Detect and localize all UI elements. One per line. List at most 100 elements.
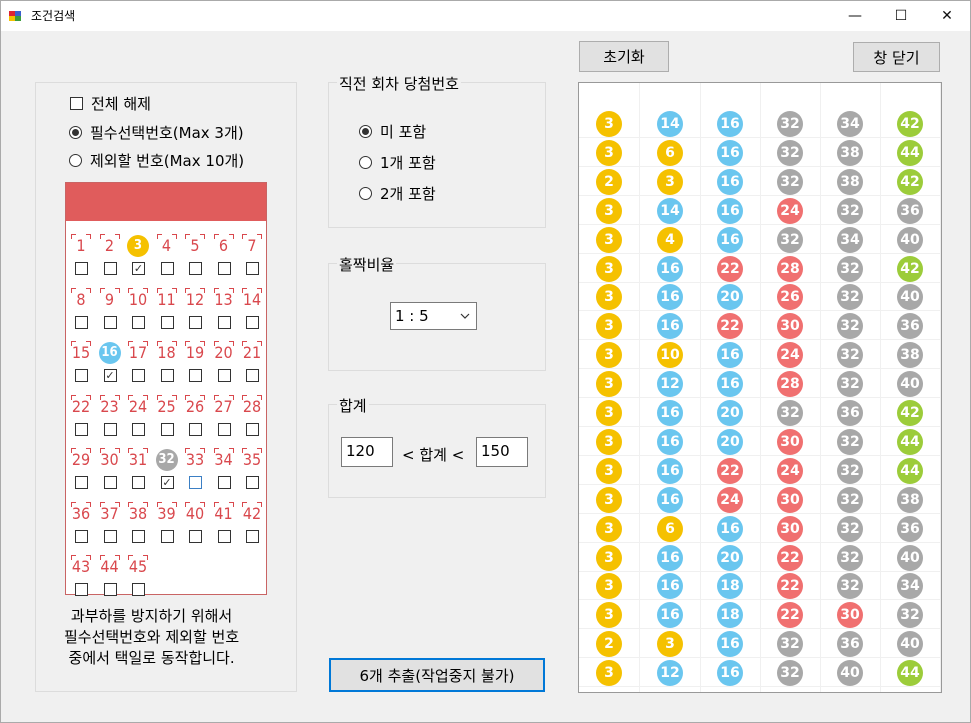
card-number-22[interactable]: 22 [67,392,95,444]
card-number-8[interactable]: 8 [67,285,95,337]
card-number-checkbox[interactable] [217,476,231,489]
card-number-checkbox[interactable] [103,369,117,382]
sum-min-input[interactable]: 120 [341,437,393,467]
result-row[interactable]: 2 3 16 32 38 42 [579,168,941,196]
card-number-checkbox[interactable] [75,369,88,382]
card-number-17[interactable]: 17 [124,338,152,390]
card-number-13[interactable]: 13 [210,285,238,337]
card-number-37[interactable]: 37 [96,499,124,551]
card-number-checkbox[interactable] [160,476,174,489]
card-number-10[interactable]: 10 [124,285,152,337]
card-number-checkbox[interactable] [75,262,88,275]
card-number-checkbox[interactable] [189,529,202,543]
checkbox-box[interactable] [70,97,83,110]
result-row[interactable]: 3 10 16 24 32 38 [579,341,941,370]
required-radio[interactable]: 필수선택번호(Max 3개) [69,122,244,143]
card-number-23[interactable]: 23 [96,392,124,444]
result-row[interactable]: 3 14 16 24 32 36 [579,197,941,225]
card-number-checkbox[interactable] [189,422,202,436]
card-number-checkbox[interactable] [103,315,117,329]
card-number-11[interactable]: 11 [153,285,181,337]
card-number-checkbox[interactable] [103,422,117,436]
card-number-9[interactable]: 9 [96,285,124,337]
radio-dot[interactable] [69,154,82,167]
card-number-31[interactable]: 31 [124,445,152,497]
prev-draw-option-2[interactable]: 2개 포함 [359,183,436,204]
card-number-44[interactable]: 44 [96,552,124,604]
card-number-35[interactable]: 35 [238,445,266,497]
card-number-41[interactable]: 41 [210,499,238,551]
result-row[interactable]: 3 16 22 30 32 36 [579,312,941,341]
card-number-4[interactable]: 4 [153,231,181,283]
card-number-checkbox[interactable] [246,369,259,382]
result-row[interactable]: 3 16 18 22 32 34 [579,572,941,601]
card-number-checkbox[interactable] [217,315,231,329]
card-number-checkbox[interactable] [75,529,88,543]
card-number-21[interactable]: 21 [238,338,266,390]
extract-button[interactable]: 6개 추출(작업중지 불가) [329,658,545,692]
odd-even-select[interactable]: 1 : 5 [390,302,477,330]
result-row[interactable]: 3 16 20 30 32 44 [579,428,941,456]
result-row[interactable]: 2 3 16 32 36 40 [579,630,941,659]
result-row[interactable]: 3 16 22 24 32 44 [579,457,941,485]
result-row[interactable]: 3 12 16 28 32 40 [579,370,941,399]
card-number-30[interactable]: 30 [96,445,124,497]
card-number-checkbox[interactable] [132,476,145,489]
card-number-checkbox[interactable] [103,529,117,543]
card-number-checkbox[interactable] [189,262,202,275]
radio-dot[interactable] [359,125,372,138]
card-number-42[interactable]: 42 [238,499,266,551]
result-row[interactable]: 3 4 16 32 34 40 [579,226,941,254]
close-button[interactable]: 창 닫기 [853,42,940,72]
reset-button[interactable]: 초기화 [579,41,669,72]
card-number-checkbox[interactable] [75,422,88,436]
card-number-26[interactable]: 26 [181,392,209,444]
card-number-25[interactable]: 25 [153,392,181,444]
card-number-28[interactable]: 28 [238,392,266,444]
card-number-checkbox[interactable] [160,422,174,436]
card-number-checkbox[interactable] [217,529,231,543]
card-number-18[interactable]: 18 [153,338,181,390]
card-number-checkbox[interactable] [160,529,174,543]
card-number-checkbox[interactable] [132,583,145,596]
radio-dot[interactable] [69,126,82,139]
result-row[interactable]: 3 16 24 30 32 38 [579,486,941,514]
card-number-14[interactable]: 14 [238,285,266,337]
prev-draw-option-0[interactable]: 미 포함 [359,121,426,142]
result-row[interactable]: 3 12 16 32 40 44 [579,659,941,688]
result-row[interactable]: 3 16 20 22 32 40 [579,544,941,572]
result-row[interactable]: 3 16 22 28 32 42 [579,255,941,283]
card-number-checkbox[interactable] [75,476,88,489]
card-number-29[interactable]: 29 [67,445,95,497]
card-number-checkbox[interactable] [217,262,231,275]
result-row[interactable]: 3 16 18 22 30 32 [579,601,941,630]
card-number-39[interactable]: 39 [153,499,181,551]
clear-all-checkbox[interactable]: 전체 해제 [70,93,151,114]
card-number-43[interactable]: 43 [67,552,95,604]
card-number-checkbox[interactable] [103,476,117,489]
card-number-checkbox[interactable] [75,583,88,596]
card-number-checkbox[interactable] [246,529,259,543]
card-number-7[interactable]: 7 [238,231,266,283]
card-number-checkbox[interactable] [189,476,202,489]
card-number-1[interactable]: 1 [67,231,95,283]
radio-dot[interactable] [359,156,372,169]
result-row[interactable]: 3 14 16 32 34 42 [579,110,941,138]
card-number-checkbox[interactable] [217,422,231,436]
card-number-20[interactable]: 20 [210,338,238,390]
card-number-19[interactable]: 19 [181,338,209,390]
card-number-checkbox[interactable] [160,369,174,382]
card-number-checkbox[interactable] [75,315,88,329]
card-number-40[interactable]: 40 [181,499,209,551]
card-number-checkbox[interactable] [103,583,117,596]
card-number-checkbox[interactable] [217,369,231,382]
card-number-checkbox[interactable] [132,422,145,436]
result-row[interactable]: 3 6 16 30 32 36 [579,515,941,543]
result-row[interactable]: 3 16 20 32 36 42 [579,399,941,427]
card-number-checkbox[interactable] [160,315,174,329]
result-row[interactable]: 3 6 16 32 38 44 [579,139,941,167]
card-number-checkbox[interactable] [246,476,259,489]
card-number-32[interactable]: 32 [153,445,181,497]
card-number-34[interactable]: 34 [210,445,238,497]
prev-draw-option-1[interactable]: 1개 포함 [359,152,436,173]
